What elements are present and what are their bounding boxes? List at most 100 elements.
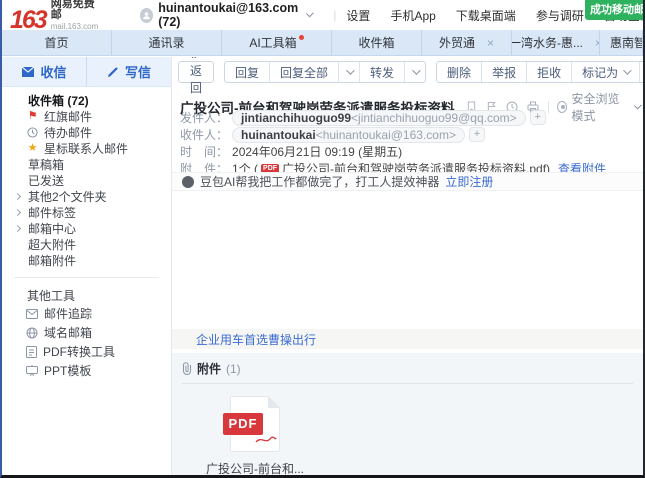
reply-group: 回复 回复全部 转发 [224, 61, 426, 83]
tab-foreign-trade[interactable]: 外贸通 × [422, 30, 512, 55]
menu-settings[interactable]: 设置 [346, 7, 370, 24]
reply-all-button[interactable]: 回复全部 [270, 62, 339, 82]
action-group: 删除 举报 拒收 标记为 移动到 [436, 61, 643, 83]
tab-ai-toolbox[interactable]: AI工具箱 [222, 30, 332, 55]
from-name: jintianchihuoguo99 [241, 111, 351, 125]
tab-label: 外贸通 [439, 34, 475, 51]
clock-icon [26, 127, 39, 138]
sidebar-item-starred[interactable]: ★ 星标联系人邮件 [2, 140, 171, 156]
time-row: 时 间： 2024年06月21日 09:19 (星期五) [180, 143, 606, 160]
sidebar-item-large-attachments[interactable]: 超大附件 [2, 236, 171, 252]
to-label: 收件人： [180, 126, 228, 143]
sidebar-item-ppt-templates[interactable]: PPT模板 [2, 361, 171, 380]
folder-label: 已发送 [28, 172, 64, 189]
report-button[interactable]: 举报 [482, 62, 527, 82]
tab-home[interactable]: 首页 [2, 30, 112, 55]
menu-mobile-app[interactable]: 手机App [390, 7, 435, 24]
folder-label: 待办邮件 [44, 124, 92, 141]
chevron-right-icon [14, 224, 21, 231]
ad-text: 豆包AI帮我把工作都做完了，打工人提效神器 [200, 173, 439, 190]
inbox-icon [21, 66, 35, 78]
page-fold [268, 396, 280, 408]
forward-dropdown[interactable] [405, 62, 425, 82]
back-button[interactable]: « 返回 [178, 61, 214, 83]
tab-inbox[interactable]: 收件箱 [332, 30, 422, 55]
delete-button[interactable]: 删除 [437, 62, 482, 82]
reply-all-dropdown[interactable] [339, 62, 360, 82]
tab-label: 收件箱 [358, 34, 394, 51]
menu-desktop-client[interactable]: 下载桌面端 [456, 7, 516, 24]
sidebar-item-domain-mail[interactable]: 域名邮箱 [2, 323, 171, 342]
ad-register-link[interactable]: 立即注册 [445, 173, 493, 190]
presentation-icon [26, 365, 38, 377]
ad-avatar-icon [182, 176, 194, 188]
forward-button[interactable]: 转发 [360, 62, 405, 82]
mark-as-button[interactable]: 标记为 [572, 62, 640, 82]
sidebar-item-red-flag[interactable]: ⚑ 红旗邮件 [2, 108, 171, 124]
close-icon[interactable]: × [487, 36, 494, 50]
tab-huinan[interactable]: 惠南智谷 [600, 30, 643, 55]
folder-label: 其他2个文件夹 [28, 188, 107, 205]
chevron-down-icon [623, 66, 631, 74]
envelope-icon [26, 309, 38, 319]
receive-mail-button[interactable]: 收信 [2, 57, 87, 86]
tab-contacts[interactable]: 通讯录 [112, 30, 222, 55]
body-promo-link[interactable]: 企业用车首选曹操出行 [196, 331, 316, 348]
pencil-icon [107, 65, 120, 78]
move-to-button[interactable]: 移动到 [640, 62, 643, 82]
success-toast: 成功移动邮件 [585, 0, 643, 20]
tool-label: 邮件追踪 [44, 305, 92, 322]
other-tools-title: 其他工具 [2, 286, 171, 304]
account-menu[interactable]: huinantoukai@163.com (72) [140, 1, 311, 29]
folder-label: 邮件标签 [28, 204, 76, 221]
sidebar-item-inbox[interactable]: 收件箱 (72) [2, 92, 171, 108]
sidebar-item-todo[interactable]: 待办邮件 [2, 124, 171, 140]
mark-as-label: 标记为 [582, 64, 618, 81]
folder-label: 草稿箱 [28, 156, 64, 173]
sidebar-item-other-folders[interactable]: 其他2个文件夹 [2, 188, 171, 204]
from-label: 发件人： [180, 109, 228, 126]
pdf-label: PDF [223, 413, 263, 435]
logo-163[interactable]: 163 网易免费邮 mail.163.com [10, 0, 98, 32]
sidebar-item-mail-tags[interactable]: 邮件标签 [2, 204, 171, 220]
person-icon [142, 11, 151, 20]
to-contact-pill[interactable]: huinantoukai<huinantoukai@163.com> [232, 127, 465, 143]
folder-label: 邮箱中心 [28, 220, 76, 237]
reject-button[interactable]: 拒收 [527, 62, 572, 82]
mail-headers: 发件人： jintianchihuoguo99<jintianchihuoguo… [180, 109, 606, 177]
paperclip-icon [182, 362, 192, 375]
sidebar-item-mailbox-attachments[interactable]: 邮箱附件 [2, 252, 171, 268]
reply-button[interactable]: 回复 [225, 62, 270, 82]
sidebar-item-mail-tracking[interactable]: 邮件追踪 [2, 304, 171, 323]
menu-survey[interactable]: 参与调研 [536, 7, 584, 24]
chevron-down-icon [634, 102, 642, 110]
tab-label: AI工具箱 [249, 34, 296, 51]
ad-banner[interactable]: 豆包AI帮我把工作都做完了，打工人提效神器 立即注册 [172, 172, 643, 191]
globe-icon [26, 327, 38, 339]
pdf-file-icon: PDF [230, 396, 280, 452]
sidebar-item-sent[interactable]: 已发送 [2, 172, 171, 188]
sidebar-item-drafts[interactable]: 草稿箱 [2, 156, 171, 172]
attachment-divider [182, 383, 633, 384]
tab-label: 一湾水务-惠... [512, 34, 583, 51]
logo-number: 163 [10, 8, 46, 32]
to-row: 收件人： huinantoukai<huinantoukai@163.com> … [180, 126, 606, 143]
attachment-card[interactable]: PDF 广投公司-前台和... 1.91M [200, 396, 310, 475]
chevron-down-icon [412, 66, 420, 74]
tab-bar: 首页 通讯录 AI工具箱 收件箱 外贸通 × 一湾水务-惠...× 惠南智谷 [2, 30, 643, 56]
sidebar-item-pdf-converter[interactable]: PDF转换工具 [2, 342, 171, 361]
mail-toolbar: « 返回 回复 回复全部 转发 删除 举报 拒收 标记为 移动到 [178, 61, 643, 83]
sidebar-item-mail-center[interactable]: 邮箱中心 [2, 220, 171, 236]
add-contact-button[interactable]: + [530, 110, 546, 125]
compose-row: 收信 写信 [2, 57, 171, 87]
receive-label: 收信 [40, 62, 66, 81]
mail-body: 企业用车首选曹操出行 [172, 329, 643, 349]
folder-label: 超大附件 [28, 236, 76, 253]
from-contact-pill[interactable]: jintianchihuoguo99<jintianchihuoguo99@qq… [232, 110, 526, 126]
avatar [140, 8, 153, 23]
tab-water-company[interactable]: 一湾水务-惠...× [512, 30, 600, 55]
to-name: huinantoukai [241, 128, 316, 142]
add-contact-button[interactable]: + [469, 127, 485, 142]
compose-mail-button[interactable]: 写信 [87, 57, 171, 86]
header-divider: | [333, 8, 336, 22]
